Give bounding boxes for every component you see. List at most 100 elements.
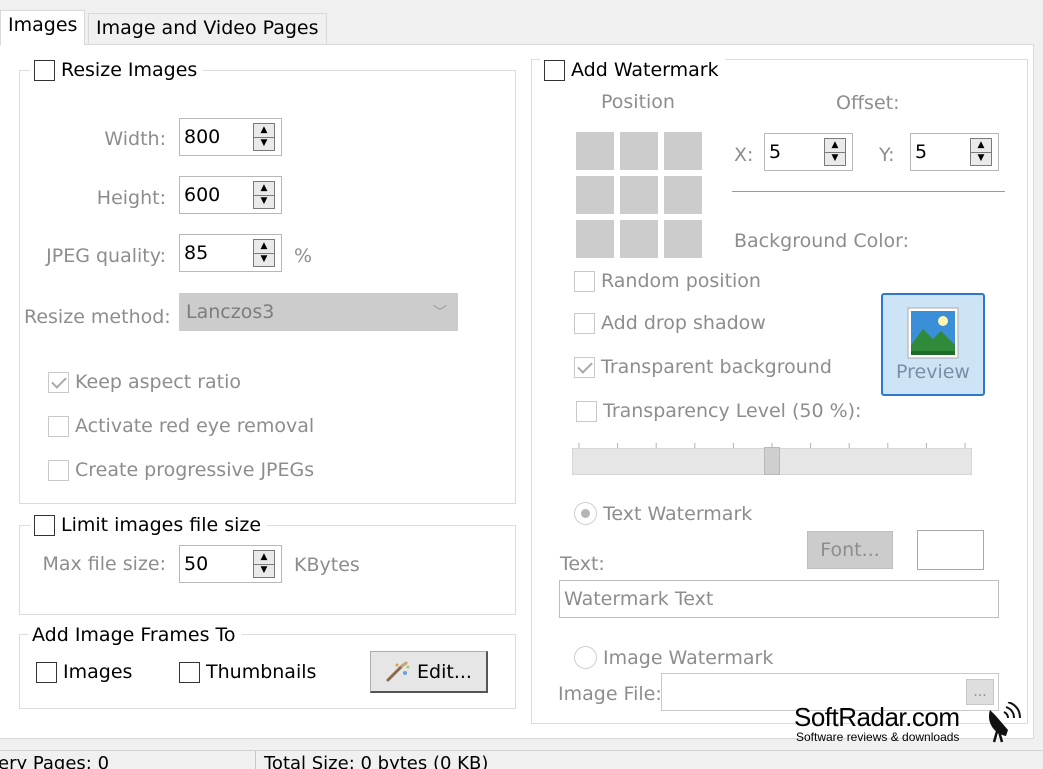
frames-images-label: Images (63, 661, 133, 683)
watermark-legend: Add Watermark (540, 59, 725, 81)
text-watermark-label: Text Watermark (603, 502, 753, 525)
transparency-level-option[interactable]: Transparency Level (50 %): (576, 400, 861, 422)
keep-aspect-label: Keep aspect ratio (75, 371, 242, 393)
random-position-option[interactable]: Random position (574, 270, 761, 292)
frames-edit-button[interactable]: Edit... (370, 651, 488, 693)
resize-images-checkbox[interactable] (34, 59, 55, 81)
preview-button[interactable]: Preview (881, 293, 985, 396)
spin-up-icon[interactable]: ▲ (971, 139, 991, 153)
position-cell[interactable] (620, 132, 658, 170)
tab-image-video-pages[interactable]: Image and Video Pages (88, 13, 327, 44)
position-label: Position (601, 91, 675, 113)
tab-images[interactable]: Images (0, 10, 86, 45)
position-cell[interactable] (664, 220, 702, 258)
status-pages: ery Pages: 0 (0, 753, 110, 769)
offset-x-spinner[interactable]: 5 ▲ ▼ (764, 133, 853, 171)
position-cell[interactable] (620, 220, 658, 258)
spin-down-icon[interactable]: ▼ (971, 153, 991, 166)
frames-edit-label: Edit... (417, 660, 472, 683)
text-watermark-radio[interactable] (574, 502, 597, 525)
keep-aspect-checkbox[interactable] (48, 371, 69, 393)
spin-up-icon[interactable]: ▲ (254, 124, 274, 138)
softradar-name: SoftRadar.com (794, 702, 960, 732)
offset-y-label: Y: (879, 144, 895, 166)
offset-x-value: 5 (769, 141, 782, 163)
image-watermark-option[interactable]: Image Watermark (574, 646, 773, 669)
position-cell[interactable] (620, 176, 658, 214)
browse-button-label: ... (973, 684, 987, 700)
transparent-bg-checkbox[interactable] (574, 356, 595, 378)
offset-x-label: X: (734, 144, 754, 166)
spin-down-icon[interactable]: ▼ (825, 153, 845, 166)
max-size-value: 50 (184, 553, 209, 575)
spin-up-icon[interactable]: ▲ (254, 182, 274, 196)
spin-down-icon[interactable]: ▼ (254, 565, 274, 578)
satellite-dish-icon (988, 702, 1021, 743)
keep-aspect-option[interactable]: Keep aspect ratio (48, 371, 241, 393)
image-watermark-label: Image Watermark (603, 646, 774, 669)
progressive-option[interactable]: Create progressive JPEGs (48, 459, 314, 481)
width-spinner[interactable]: 800 ▲ ▼ (179, 118, 282, 156)
transparency-ticks (578, 434, 966, 451)
resize-method-select[interactable]: Lanczos3 ﹀ (179, 293, 458, 331)
position-cell[interactable] (664, 132, 702, 170)
transparency-level-label: Transparency Level (50 %): (603, 400, 862, 422)
red-eye-checkbox[interactable] (48, 415, 69, 437)
limit-size-label: Limit images file size (61, 514, 262, 536)
transparency-slider-thumb[interactable] (764, 447, 780, 475)
transparency-slider[interactable] (572, 447, 972, 475)
spin-up-icon[interactable]: ▲ (825, 139, 845, 153)
image-file-label: Image File: (558, 683, 662, 705)
edit-wand-icon (386, 661, 410, 681)
offset-y-spinner[interactable]: 5 ▲ ▼ (910, 133, 999, 171)
spin-down-icon[interactable]: ▼ (254, 196, 274, 209)
frames-images-option[interactable]: Images (36, 661, 132, 683)
red-eye-option[interactable]: Activate red eye removal (48, 415, 314, 437)
height-label: Height: (96, 187, 166, 209)
max-size-unit: KBytes (294, 554, 360, 576)
frames-thumbnails-option[interactable]: Thumbnails (179, 661, 316, 683)
position-cell[interactable] (576, 132, 614, 170)
random-position-checkbox[interactable] (574, 270, 595, 292)
softradar-tagline: Software reviews & downloads (796, 730, 960, 744)
watermark-text-input[interactable]: Watermark Text (559, 580, 999, 618)
transparency-level-checkbox[interactable] (576, 400, 597, 422)
position-cell[interactable] (576, 176, 614, 214)
transparent-bg-label: Transparent background (601, 356, 832, 378)
spin-up-icon[interactable]: ▲ (254, 240, 274, 254)
jpeg-quality-value: 85 (184, 242, 209, 264)
preview-label: Preview (896, 360, 970, 383)
image-watermark-radio[interactable] (574, 646, 597, 669)
spin-up-icon[interactable]: ▲ (254, 551, 274, 565)
frames-images-checkbox[interactable] (36, 661, 57, 683)
watermark-label: Add Watermark (571, 59, 719, 81)
position-cell[interactable] (576, 220, 614, 258)
resize-images-label: Resize Images (61, 59, 198, 81)
font-button[interactable]: Font... (807, 531, 893, 569)
text-color-swatch[interactable] (917, 530, 984, 570)
status-bar: ery Pages: 0 Total Size: 0 bytes (0 KB) (0, 750, 1043, 769)
watermark-text-value: Watermark Text (564, 588, 714, 610)
text-watermark-option[interactable]: Text Watermark (574, 502, 752, 525)
position-cell[interactable] (664, 176, 702, 214)
transparent-bg-option[interactable]: Transparent background (574, 356, 832, 378)
watermark-checkbox[interactable] (544, 59, 565, 81)
spin-down-icon[interactable]: ▼ (254, 254, 274, 267)
jpeg-unit: % (294, 245, 313, 267)
max-size-spinner[interactable]: 50 ▲ ▼ (179, 545, 282, 583)
frames-thumbnails-checkbox[interactable] (179, 661, 200, 683)
drop-shadow-option[interactable]: Add drop shadow (574, 312, 766, 334)
landscape-picture-icon (907, 307, 959, 358)
max-size-label: Max file size: (42, 553, 166, 575)
jpeg-quality-spinner[interactable]: 85 ▲ ▼ (179, 234, 282, 272)
limit-size-checkbox[interactable] (34, 514, 55, 536)
text-label: Text: (560, 553, 605, 575)
progressive-checkbox[interactable] (48, 459, 69, 481)
width-value: 800 (184, 126, 221, 148)
height-spinner[interactable]: 600 ▲ ▼ (179, 176, 282, 214)
spin-down-icon[interactable]: ▼ (254, 138, 274, 151)
drop-shadow-checkbox[interactable] (574, 312, 595, 334)
softradar-logo: SoftRadar.com Software reviews & downloa… (792, 702, 1032, 746)
width-label: Width: (104, 128, 166, 150)
random-position-label: Random position (601, 270, 761, 292)
